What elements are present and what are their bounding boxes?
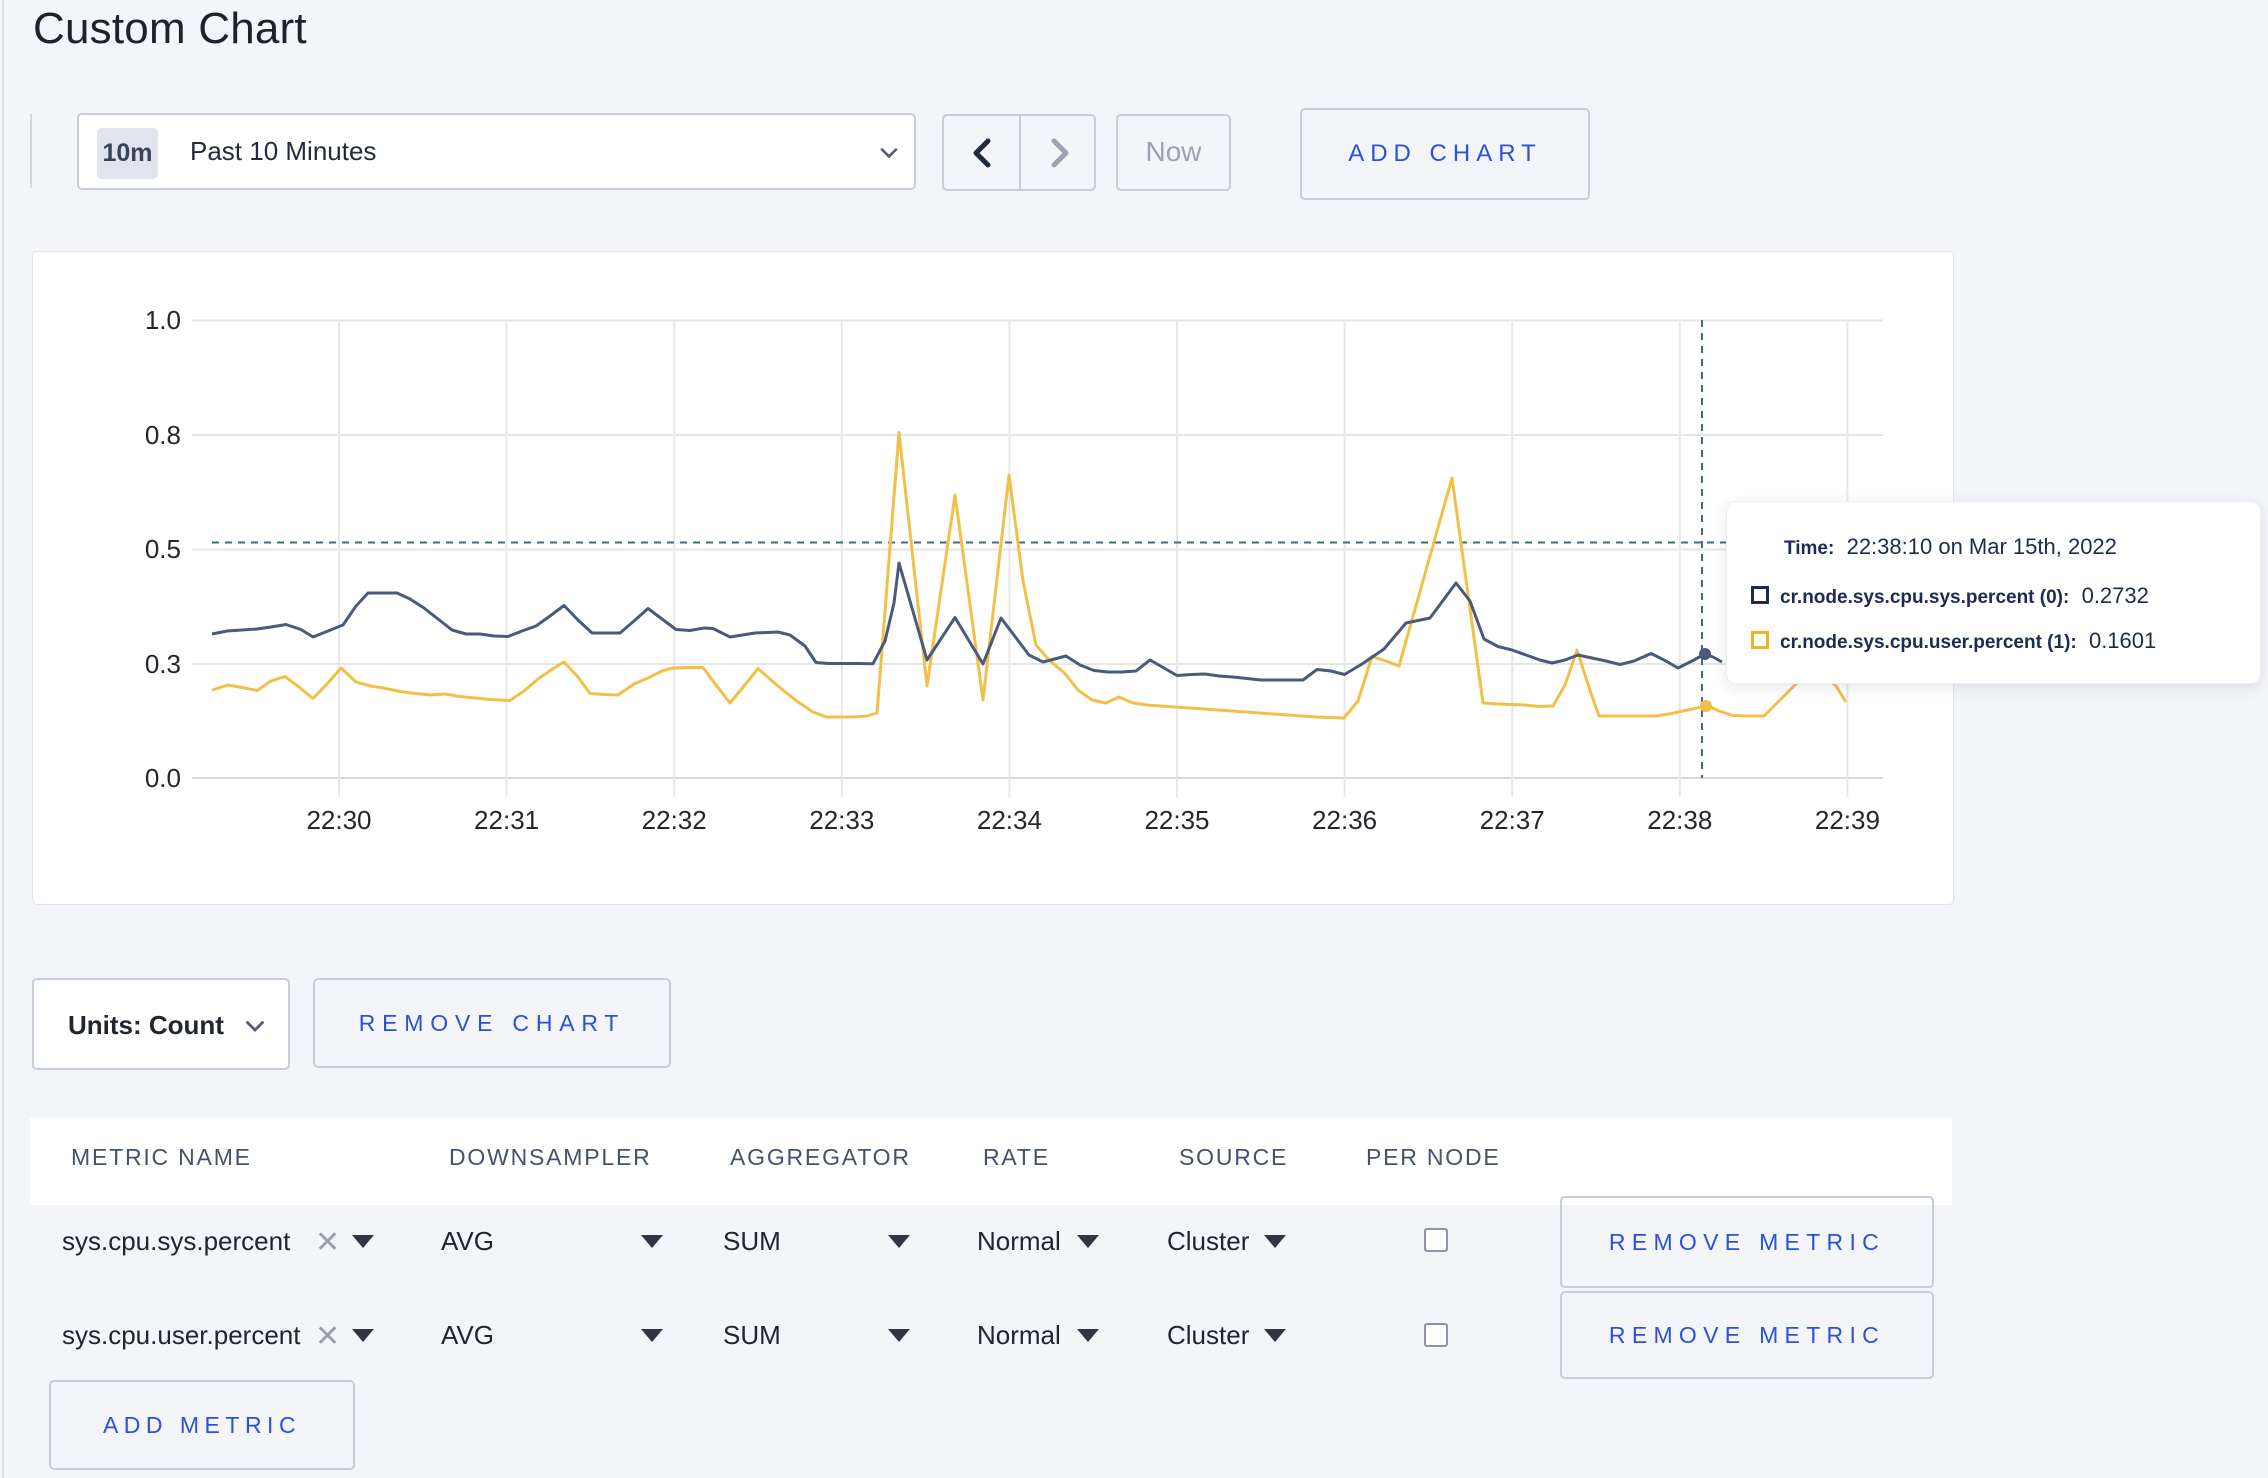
svg-text:1.0: 1.0 bbox=[145, 305, 181, 335]
svg-text:22:38: 22:38 bbox=[1647, 805, 1712, 835]
svg-text:22:30: 22:30 bbox=[306, 805, 371, 835]
svg-text:0.8: 0.8 bbox=[145, 420, 181, 450]
svg-text:0.0: 0.0 bbox=[145, 763, 181, 793]
svg-text:22:39: 22:39 bbox=[1815, 805, 1880, 835]
svg-text:22:32: 22:32 bbox=[642, 805, 707, 835]
svg-text:0.3: 0.3 bbox=[145, 649, 181, 679]
svg-text:22:35: 22:35 bbox=[1144, 805, 1209, 835]
svg-text:22:37: 22:37 bbox=[1480, 805, 1545, 835]
svg-text:22:36: 22:36 bbox=[1312, 805, 1377, 835]
svg-text:22:34: 22:34 bbox=[977, 805, 1042, 835]
svg-text:22:33: 22:33 bbox=[809, 805, 874, 835]
svg-text:0.5: 0.5 bbox=[145, 534, 181, 564]
svg-text:22:31: 22:31 bbox=[474, 805, 539, 835]
